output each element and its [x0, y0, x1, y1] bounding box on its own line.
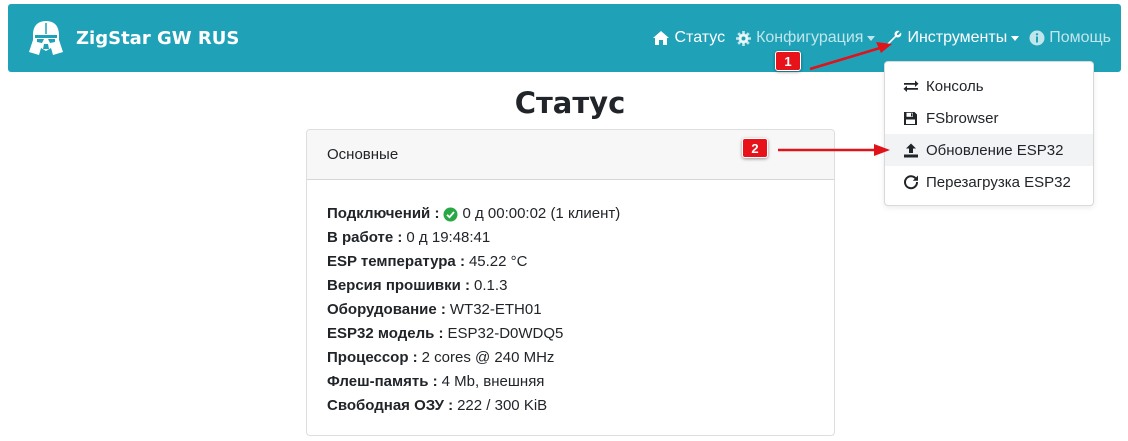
info-label: Подключений :: [327, 205, 440, 222]
info-row-uptime: В работе : 0 д 19:48:41: [327, 226, 814, 250]
nav-tools-label: Инструменты: [907, 29, 1008, 46]
info-value: 45.22 °C: [468, 253, 528, 270]
info-value: 4 Mb, внешняя: [441, 373, 545, 390]
info-label: В работе :: [327, 229, 403, 246]
brand-title: ZigStar GW RUS: [76, 27, 240, 49]
info-icon: [1029, 30, 1045, 46]
card-body: Подключений : 0 д 00:00:02 (1 клиент) В …: [307, 180, 834, 418]
info-row-flash: Флеш-память : 4 Mb, внешняя: [327, 370, 814, 394]
info-value: 2 cores @ 240 MHz: [421, 349, 555, 366]
menu-item-fsbrowser[interactable]: FSbrowser: [885, 102, 1093, 134]
info-value: ESP32-D0WDQ5: [447, 325, 564, 342]
nav-tools[interactable]: Инструменты: [885, 29, 1020, 47]
nav-config-label: Конфигурация: [756, 29, 864, 46]
exchange-icon: [903, 79, 923, 93]
menu-item-label: Перезагрузка ESP32: [926, 173, 1071, 191]
nav-help-label: Помощь: [1049, 29, 1111, 46]
info-label: Версия прошивки :: [327, 277, 471, 294]
chevron-down-icon: [1011, 35, 1020, 41]
nav-config[interactable]: Конфигурация: [735, 29, 876, 47]
info-label: Свободная ОЗУ :: [327, 397, 454, 414]
info-row-ram: Свободная ОЗУ : 222 / 300 KiB: [327, 394, 814, 418]
menu-item-label: Обновление ESP32: [926, 141, 1064, 159]
info-row-connections: Подключений : 0 д 00:00:02 (1 клиент): [327, 202, 814, 226]
nav-status[interactable]: Статус: [652, 29, 725, 47]
info-label: Флеш-память :: [327, 373, 438, 390]
refresh-icon: [903, 174, 923, 190]
annotation-badge-1: 1: [775, 51, 801, 71]
info-row-cpu: Процессор : 2 cores @ 240 MHz: [327, 346, 814, 370]
info-value: 0.1.3: [474, 277, 508, 294]
status-card: Основные Подключений : 0 д 00:00:02 (1 к…: [306, 129, 835, 436]
info-value: 0 д 00:00:02 (1 клиент): [462, 205, 621, 222]
info-label: ESP температура :: [327, 253, 465, 270]
annotation-badge-2: 2: [742, 138, 768, 158]
darth-vader-logo-icon: [26, 18, 66, 58]
chevron-down-icon: [867, 35, 876, 41]
info-row-firmware: Версия прошивки : 0.1.3: [327, 274, 814, 298]
menu-item-reboot-esp32[interactable]: Перезагрузка ESP32: [885, 166, 1093, 198]
info-value: 0 д 19:48:41: [406, 229, 491, 246]
tools-dropdown-menu: Консоль FSbrowser Обновление ESP32 Перез…: [884, 61, 1094, 206]
menu-item-console[interactable]: Консоль: [885, 70, 1093, 102]
info-row-hardware: Оборудование : WT32-ETH01: [327, 298, 814, 322]
menu-item-label: FSbrowser: [926, 109, 999, 127]
brand[interactable]: ZigStar GW RUS: [26, 18, 239, 58]
upload-icon: [903, 143, 923, 158]
info-row-temperature: ESP температура : 45.22 °C: [327, 250, 814, 274]
info-label: ESP32 модель :: [327, 325, 444, 342]
floppy-icon: [903, 111, 923, 126]
info-label: Процессор :: [327, 349, 418, 366]
gear-icon: [735, 30, 752, 47]
menu-item-update-esp32[interactable]: Обновление ESP32: [885, 134, 1093, 166]
nav-status-label: Статус: [674, 29, 726, 46]
info-value: WT32-ETH01: [449, 301, 542, 318]
home-icon: [652, 30, 670, 46]
info-row-model: ESP32 модель : ESP32-D0WDQ5: [327, 322, 814, 346]
info-label: Оборудование :: [327, 301, 446, 318]
wrench-icon: [885, 29, 903, 47]
check-circle-icon: [443, 207, 458, 222]
menu-item-label: Консоль: [926, 77, 984, 95]
info-value: 222 / 300 KiB: [457, 397, 548, 414]
nav-help[interactable]: Помощь: [1029, 29, 1111, 47]
